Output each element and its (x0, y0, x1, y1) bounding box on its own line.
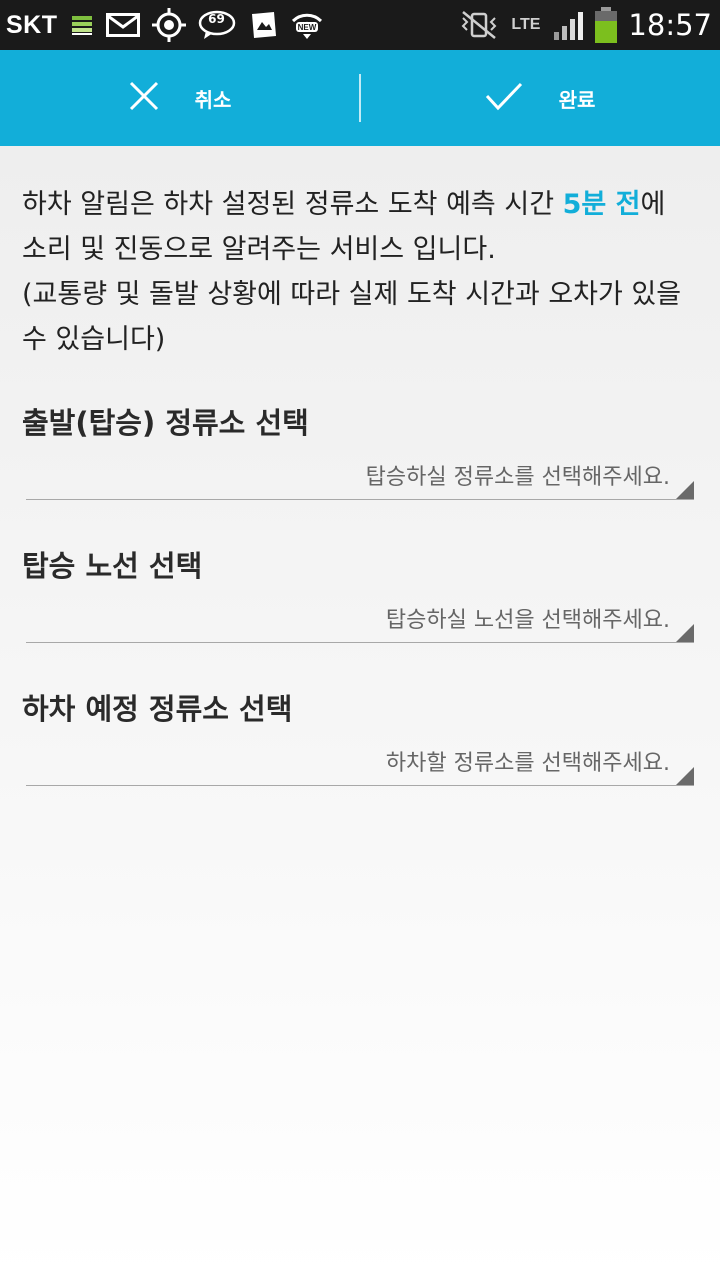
storage-icon (70, 0, 94, 50)
route-title: 탑승 노선 선택 (22, 549, 203, 583)
intro-note: (교통량 및 돌발 상황에 따라 실제 도착 시간과 오차가 있을 수 있습니다… (22, 279, 682, 355)
route-placeholder: 탑승하실 노선을 선택해주세요. (385, 608, 670, 633)
arrival-stop-title: 하차 예정 정류소 선택 (22, 692, 293, 726)
arrival-stop-select[interactable]: 하차할 정류소를 선택해주세요. (26, 739, 694, 786)
battery-icon (594, 0, 618, 50)
done-label: 완료 (558, 87, 596, 112)
lte-indicator: LTE (511, 0, 540, 50)
action-divider (359, 74, 361, 122)
departure-stop-select[interactable]: 탑승하실 정류소를 선택해주세요. (26, 453, 694, 500)
departure-stop-title: 출발(탑승) 정류소 선택 (22, 406, 309, 440)
arrival-stop-placeholder: 하차할 정류소를 선택해주세요. (385, 751, 670, 776)
clock: 18:57 (628, 8, 712, 42)
departure-stop-placeholder: 탑승하실 정류소를 선택해주세요. (365, 465, 670, 490)
close-icon (129, 81, 159, 115)
signal-icon (552, 0, 586, 50)
gps-icon (151, 0, 186, 50)
intro-highlight: 5분 전 (562, 189, 641, 220)
status-bar: SKT 69 NEW LTE 18:57 (0, 0, 720, 50)
done-button[interactable]: 완료 (360, 50, 720, 146)
check-icon (485, 81, 523, 115)
chat-badge-count: 69 (208, 12, 225, 26)
mail-icon (105, 0, 140, 50)
photo-icon (248, 0, 278, 50)
lte-label: LTE (511, 16, 541, 33)
action-bar: 취소 완료 (0, 50, 720, 146)
new-wifi-icon: NEW (290, 0, 324, 50)
cancel-button[interactable]: 취소 (0, 50, 360, 146)
cancel-label: 취소 (194, 87, 232, 112)
intro-text-before: 하차 알림은 하차 설정된 정류소 도착 예측 시간 (22, 189, 563, 220)
dropdown-corner-icon (676, 481, 694, 499)
intro-text: 하차 알림은 하차 설정된 정류소 도착 예측 시간 5분 전에 소리 및 진동… (22, 182, 698, 362)
vibrate-mute-icon (459, 0, 499, 50)
dropdown-corner-icon (676, 624, 694, 642)
dropdown-corner-icon (676, 767, 694, 785)
chat-badge-icon: 69 (198, 0, 236, 50)
carrier-name: SKT (6, 10, 58, 39)
svg-text:NEW: NEW (297, 23, 316, 32)
route-select[interactable]: 탑승하실 노선을 선택해주세요. (26, 596, 694, 643)
